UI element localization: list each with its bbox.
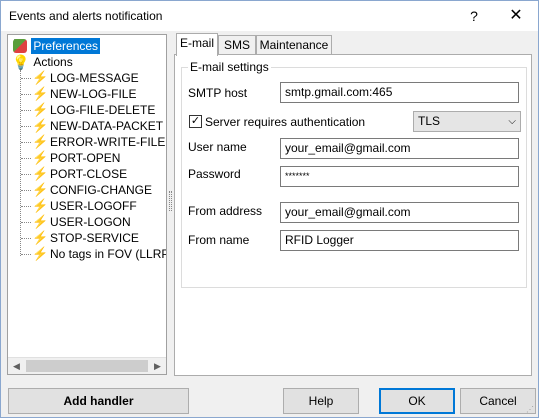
security-value: TLS: [418, 114, 441, 128]
email-settings-group: E-mail settings SMTP host smtp.gmail.com…: [181, 60, 527, 288]
tree-item-label: LOG-MESSAGE: [50, 71, 139, 85]
tree-item-label: ERROR-WRITE-FILE: [50, 135, 166, 149]
chevron-down-icon: ⌵: [508, 116, 516, 127]
tree-item-label: Actions: [33, 55, 73, 69]
tree-connector: [21, 110, 31, 111]
tree-item-action[interactable]: ⚡ STOP-SERVICE: [32, 230, 141, 246]
tree-item-actions[interactable]: 💡 Actions: [12, 54, 75, 70]
lightning-icon: ⚡: [32, 118, 49, 133]
tree-item-action[interactable]: ⚡ PORT-CLOSE: [32, 166, 129, 182]
lightning-icon: ⚡: [32, 86, 49, 101]
username-label: User name: [188, 140, 247, 154]
lightning-icon: ⚡: [32, 134, 49, 149]
pane-splitter[interactable]: [169, 191, 172, 211]
lightning-icon: ⚡: [32, 150, 49, 165]
lightning-icon: ⚡: [32, 214, 49, 229]
email-tab-panel: E-mail settings SMTP host smtp.gmail.com…: [174, 54, 532, 376]
from-name-input[interactable]: RFID Logger: [280, 230, 519, 251]
tree-connector: [21, 190, 31, 191]
tree-item-label: STOP-SERVICE: [50, 231, 139, 245]
tree-connector: [21, 158, 31, 159]
tree-item-action[interactable]: ⚡ USER-LOGOFF: [32, 198, 139, 214]
tree-connector: [21, 222, 31, 223]
group-title: E-mail settings: [188, 60, 271, 74]
lightning-icon: ⚡: [32, 182, 49, 197]
add-handler-button[interactable]: Add handler: [8, 388, 189, 414]
password-input[interactable]: *******: [280, 166, 519, 187]
tree-item-action[interactable]: ⚡ No tags in FOV (LLRP_: [32, 246, 166, 262]
resize-grip-icon[interactable]: ⋰: [526, 405, 536, 415]
tree-item-label: Preferences: [31, 38, 101, 54]
tree-connector: [21, 78, 31, 79]
auth-label[interactable]: Server requires authentication: [205, 115, 365, 129]
tree-connector: [21, 142, 31, 143]
lightning-icon: ⚡: [32, 70, 49, 85]
tree-item-label: NEW-LOG-FILE: [50, 87, 137, 101]
dialog-window: Events and alerts notification ? ✕ Prefe…: [0, 0, 539, 418]
lightning-icon: ⚡: [32, 246, 49, 261]
ok-button[interactable]: OK: [379, 388, 455, 414]
help-title-button[interactable]: ?: [459, 1, 489, 31]
help-button[interactable]: Help: [283, 388, 359, 414]
auth-checkbox[interactable]: ✓: [189, 115, 202, 128]
tree-item-label: NEW-DATA-PACKET: [50, 119, 164, 133]
tab-sms[interactable]: SMS: [218, 35, 256, 55]
tree-item-label: PORT-CLOSE: [50, 167, 128, 181]
tree-connector: [21, 94, 31, 95]
lightning-icon: ⚡: [32, 166, 49, 181]
horizontal-scrollbar[interactable]: ◀ ▶: [8, 357, 166, 374]
username-input[interactable]: your_email@gmail.com: [280, 138, 519, 159]
tree-item-action[interactable]: ⚡ PORT-OPEN: [32, 150, 122, 166]
scroll-left-arrow-icon[interactable]: ◀: [8, 358, 25, 374]
tree-connector: [20, 70, 21, 256]
tree-item-label: PORT-OPEN: [50, 151, 121, 165]
tree-item-preferences[interactable]: Preferences: [12, 38, 101, 54]
tree-connector: [21, 174, 31, 175]
tab-maintenance[interactable]: Maintenance: [256, 35, 332, 55]
tree-item-action[interactable]: ⚡ NEW-DATA-PACKET: [32, 118, 165, 134]
scroll-thumb[interactable]: [26, 360, 148, 372]
from-address-input[interactable]: your_email@gmail.com: [280, 202, 519, 223]
tree-item-action[interactable]: ⚡ USER-LOGON: [32, 214, 133, 230]
from-address-label: From address: [188, 204, 263, 218]
tree-item-label: USER-LOGOFF: [50, 199, 137, 213]
tree-item-label: LOG-FILE-DELETE: [50, 103, 156, 117]
cancel-button[interactable]: Cancel: [460, 388, 536, 414]
security-select[interactable]: TLS ⌵: [413, 111, 521, 132]
tree-item-action[interactable]: ⚡ ERROR-WRITE-FILE: [32, 134, 166, 150]
smtp-host-input[interactable]: smtp.gmail.com:465: [280, 82, 519, 103]
lightning-icon: ⚡: [32, 102, 49, 117]
tree-item-action[interactable]: ⚡ LOG-FILE-DELETE: [32, 102, 157, 118]
tree-item-label: No tags in FOV (LLRP_: [50, 247, 166, 261]
tree-connector: [21, 254, 31, 255]
password-label: Password: [188, 167, 241, 181]
tree-item-label: USER-LOGON: [50, 215, 131, 229]
scroll-right-arrow-icon[interactable]: ▶: [149, 358, 166, 374]
lightning-icon: ⚡: [32, 230, 49, 245]
tree-item-action[interactable]: ⚡ CONFIG-CHANGE: [32, 182, 154, 198]
lightbulb-icon: 💡: [12, 54, 30, 70]
tree-item-action[interactable]: ⚡ LOG-MESSAGE: [32, 70, 141, 86]
tree-connector: [21, 126, 31, 127]
smtp-host-label: SMTP host: [188, 86, 248, 100]
tab-email[interactable]: E-mail: [176, 33, 218, 56]
close-button[interactable]: ✕: [501, 1, 531, 31]
preferences-icon: [12, 38, 28, 54]
title-bar: Events and alerts notification ? ✕: [1, 1, 538, 31]
lightning-icon: ⚡: [32, 198, 49, 213]
tree-connector: [21, 238, 31, 239]
tree-item-action[interactable]: ⚡ NEW-LOG-FILE: [32, 86, 138, 102]
tree-connector: [21, 206, 31, 207]
window-title: Events and alerts notification: [9, 9, 163, 23]
from-name-label: From name: [188, 233, 250, 247]
tree-item-label: CONFIG-CHANGE: [50, 183, 152, 197]
handler-tree[interactable]: Preferences 💡 Actions ⚡ LOG-MESSAGE ⚡ NEW-L…: [7, 34, 167, 375]
